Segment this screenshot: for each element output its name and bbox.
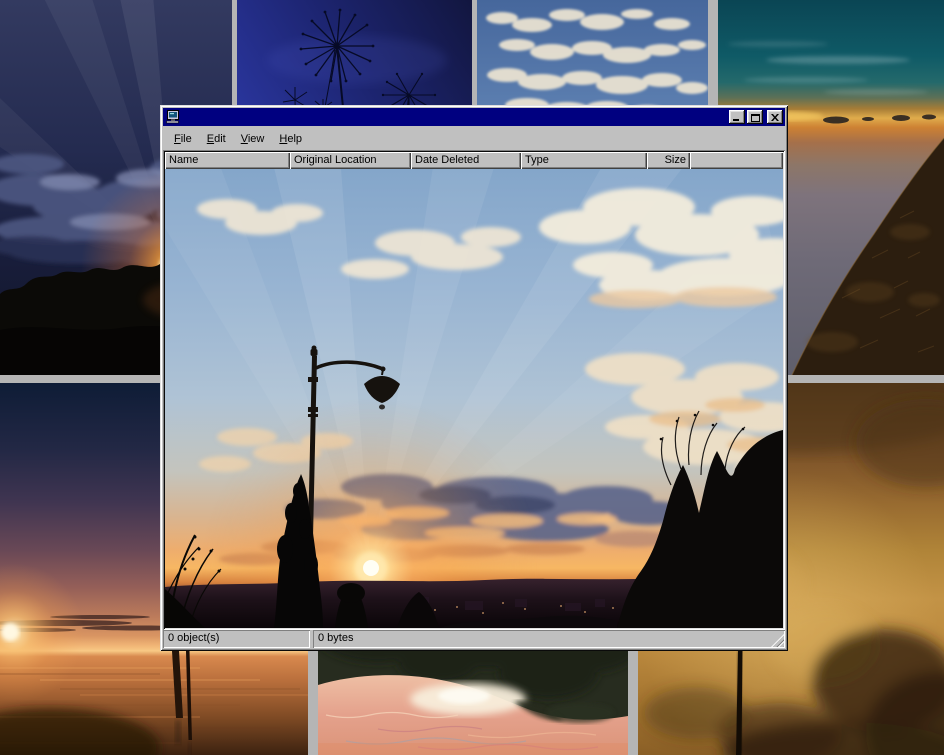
status-bar: 0 object(s) 0 bytes (163, 630, 785, 648)
maximize-icon (751, 114, 760, 122)
close-icon (771, 114, 779, 121)
column-header-blank[interactable] (690, 152, 783, 169)
status-objects: 0 object(s) (163, 630, 310, 648)
sunset-lamp-photo-art (165, 169, 783, 628)
menu-view[interactable]: View (234, 129, 273, 148)
titlebar-controls (729, 110, 783, 124)
desktop: FileEditViewHelp NameOriginal LocationDa… (0, 0, 944, 755)
recycle-bin-window: FileEditViewHelp NameOriginal LocationDa… (160, 105, 788, 651)
menu-edit[interactable]: Edit (200, 129, 234, 148)
column-header-size[interactable]: Size (647, 152, 690, 169)
menu-file[interactable]: File (167, 129, 200, 148)
column-header-original-location[interactable]: Original Location (290, 152, 411, 169)
list-background-photo (165, 169, 783, 628)
column-header-date-deleted[interactable]: Date Deleted (411, 152, 521, 169)
minimize-icon (733, 114, 741, 121)
menu-help[interactable]: Help (272, 129, 310, 148)
status-objects-label: 0 object(s) (168, 632, 219, 644)
column-headers: NameOriginal LocationDate DeletedTypeSiz… (165, 152, 783, 169)
minimize-button[interactable] (729, 110, 745, 124)
maximize-button[interactable] (747, 110, 763, 124)
menu-bar: FileEditViewHelp (163, 126, 785, 150)
column-header-name[interactable]: Name (165, 152, 290, 169)
status-bytes-label: 0 bytes (318, 632, 353, 644)
column-header-type[interactable]: Type (521, 152, 647, 169)
file-list-area[interactable]: NameOriginal LocationDate DeletedTypeSiz… (163, 150, 785, 630)
close-button[interactable] (767, 110, 783, 124)
window-titlebar[interactable] (163, 108, 785, 126)
status-bytes: 0 bytes (313, 630, 785, 648)
computer-icon (165, 110, 181, 124)
